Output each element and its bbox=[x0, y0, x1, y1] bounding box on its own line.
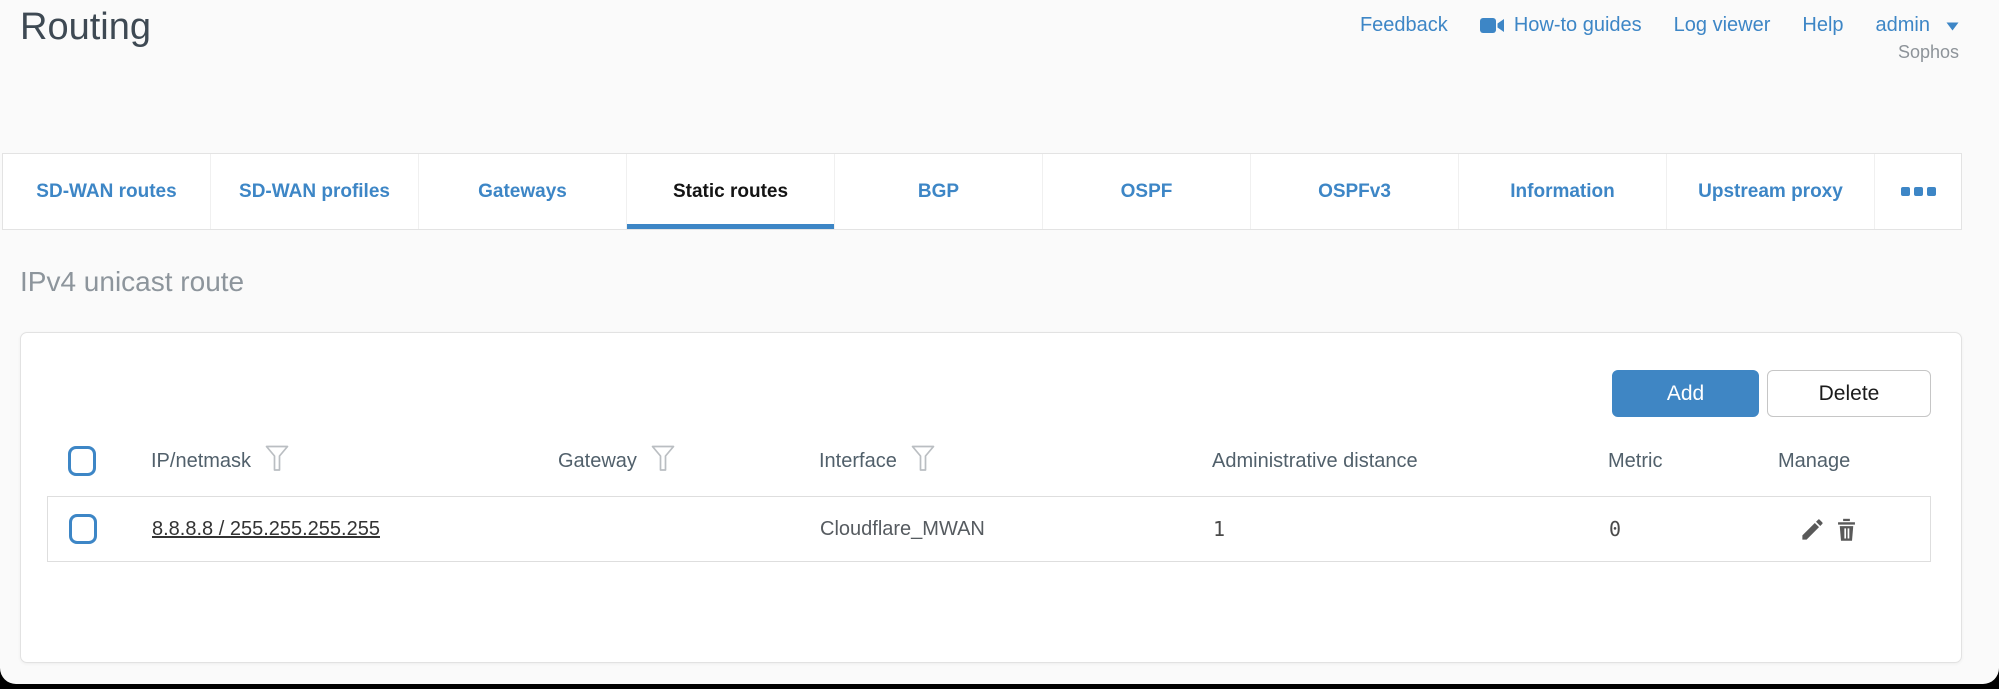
column-header-manage: Manage bbox=[1778, 450, 1850, 473]
route-interface-value: Cloudflare_MWAN bbox=[820, 518, 1213, 541]
page-title: Routing bbox=[20, 6, 151, 49]
tab-bar: SD-WAN routes SD-WAN profiles Gateways S… bbox=[2, 153, 1962, 230]
filter-icon[interactable] bbox=[911, 445, 935, 478]
top-navigation: Feedback How-to guides Log viewer Help a… bbox=[1360, 6, 1959, 63]
table-row: 8.8.8.8 / 255.255.255.255 Cloudflare_MWA… bbox=[47, 496, 1931, 562]
tab-sd-wan-profiles[interactable]: SD-WAN profiles bbox=[211, 154, 419, 229]
route-ip-netmask-link[interactable]: 8.8.8.8 / 255.255.255.255 bbox=[152, 518, 380, 540]
route-metric-value: 0 bbox=[1609, 517, 1779, 541]
column-header-admin-distance: Administrative distance bbox=[1212, 450, 1418, 473]
tab-upstream-proxy[interactable]: Upstream proxy bbox=[1667, 154, 1875, 229]
filter-icon[interactable] bbox=[651, 445, 675, 478]
more-tabs-button[interactable] bbox=[1875, 154, 1961, 229]
delete-button[interactable]: Delete bbox=[1767, 370, 1931, 417]
tab-ospfv3[interactable]: OSPFv3 bbox=[1251, 154, 1459, 229]
delete-row-button[interactable] bbox=[1833, 516, 1860, 543]
column-header-ip-netmask: IP/netmask bbox=[151, 450, 251, 473]
ellipsis-icon bbox=[1914, 187, 1923, 196]
tab-gateways[interactable]: Gateways bbox=[419, 154, 627, 229]
ellipsis-icon bbox=[1927, 187, 1936, 196]
howto-guides-label: How-to guides bbox=[1514, 14, 1642, 37]
table-actions: Add Delete bbox=[47, 370, 1931, 417]
log-viewer-link[interactable]: Log viewer bbox=[1674, 14, 1771, 37]
pencil-icon bbox=[1799, 516, 1826, 543]
help-link[interactable]: Help bbox=[1802, 14, 1843, 37]
edit-button[interactable] bbox=[1799, 516, 1826, 543]
user-menu-label: admin bbox=[1876, 14, 1930, 37]
column-header-metric: Metric bbox=[1608, 450, 1662, 473]
brand-label: Sophos bbox=[1898, 42, 1959, 63]
page-header: Routing Feedback How-to guides Log viewe… bbox=[0, 0, 1999, 63]
chevron-down-icon bbox=[1946, 14, 1959, 37]
howto-guides-link[interactable]: How-to guides bbox=[1480, 14, 1642, 37]
add-button[interactable]: Add bbox=[1612, 370, 1759, 417]
column-header-gateway: Gateway bbox=[558, 450, 637, 473]
feedback-link[interactable]: Feedback bbox=[1360, 14, 1448, 37]
routes-card: Add Delete IP/netmask Gateway bbox=[20, 332, 1962, 663]
ellipsis-icon bbox=[1901, 187, 1910, 196]
video-camera-icon bbox=[1480, 17, 1505, 34]
manage-cell bbox=[1779, 516, 1930, 543]
column-header-interface: Interface bbox=[819, 450, 897, 473]
tab-static-routes[interactable]: Static routes bbox=[627, 154, 835, 229]
tab-sd-wan-routes[interactable]: SD-WAN routes bbox=[3, 154, 211, 229]
route-admin-distance-value: 1 bbox=[1213, 517, 1609, 541]
app-window: Routing Feedback How-to guides Log viewe… bbox=[0, 0, 1999, 684]
tab-information[interactable]: Information bbox=[1459, 154, 1667, 229]
row-checkbox[interactable] bbox=[69, 514, 97, 544]
select-all-checkbox[interactable] bbox=[68, 446, 96, 476]
user-menu[interactable]: admin bbox=[1876, 14, 1959, 37]
section-heading: IPv4 unicast route bbox=[20, 266, 244, 298]
filter-icon[interactable] bbox=[265, 445, 289, 478]
table-header: IP/netmask Gateway Interface bbox=[47, 433, 1931, 489]
trash-icon bbox=[1833, 516, 1860, 543]
tab-ospf[interactable]: OSPF bbox=[1043, 154, 1251, 229]
tab-bgp[interactable]: BGP bbox=[835, 154, 1043, 229]
